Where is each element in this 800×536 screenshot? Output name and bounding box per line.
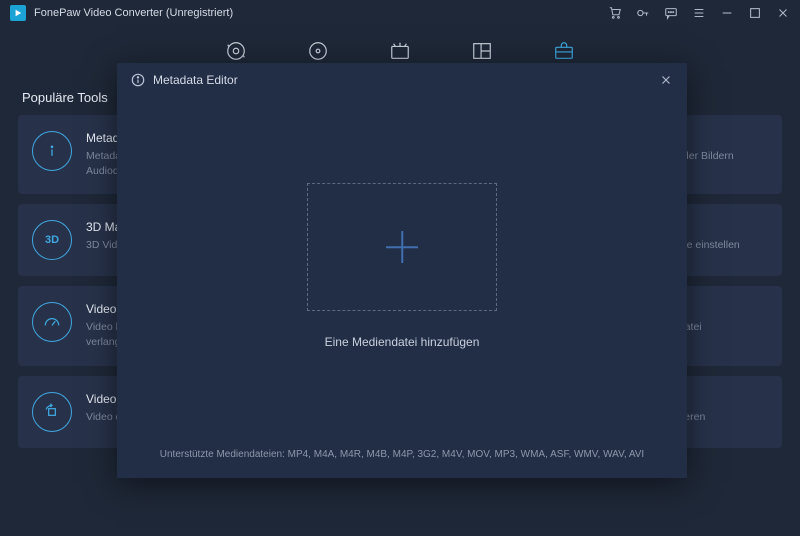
cart-icon[interactable] <box>608 6 622 20</box>
info-icon <box>131 73 145 87</box>
modal-header: Metadata Editor <box>117 63 687 97</box>
key-icon[interactable] <box>636 6 650 20</box>
minimize-icon[interactable] <box>720 6 734 20</box>
add-media-dropzone[interactable] <box>307 183 497 311</box>
tab-convert[interactable] <box>225 40 247 62</box>
tab-toolbox[interactable] <box>553 40 575 62</box>
plus-icon <box>382 227 422 267</box>
tab-collage[interactable] <box>471 40 493 62</box>
info-icon <box>32 131 72 171</box>
close-icon[interactable] <box>776 6 790 20</box>
maximize-icon[interactable] <box>748 6 762 20</box>
menu-icon[interactable] <box>692 6 706 20</box>
modal-close-button[interactable] <box>659 73 673 87</box>
feedback-icon[interactable] <box>664 6 678 20</box>
metadata-editor-modal: Metadata Editor Eine Mediendatei hinzufü… <box>117 63 687 478</box>
app-logo <box>10 5 26 21</box>
modal-footer-text: Unterstützte Mediendateien: MP4, M4A, M4… <box>117 435 687 478</box>
tab-ripper[interactable] <box>307 40 329 62</box>
dropzone-label: Eine Mediendatei hinzufügen <box>325 335 480 349</box>
tab-mv[interactable] <box>389 40 411 62</box>
rotate-icon <box>32 392 72 432</box>
modal-title: Metadata Editor <box>153 73 659 87</box>
three-d-icon: 3D <box>32 220 72 260</box>
app-title: FonePaw Video Converter (Unregistriert) <box>34 7 608 19</box>
speed-icon <box>32 302 72 342</box>
titlebar: FonePaw Video Converter (Unregistriert) <box>0 0 800 26</box>
